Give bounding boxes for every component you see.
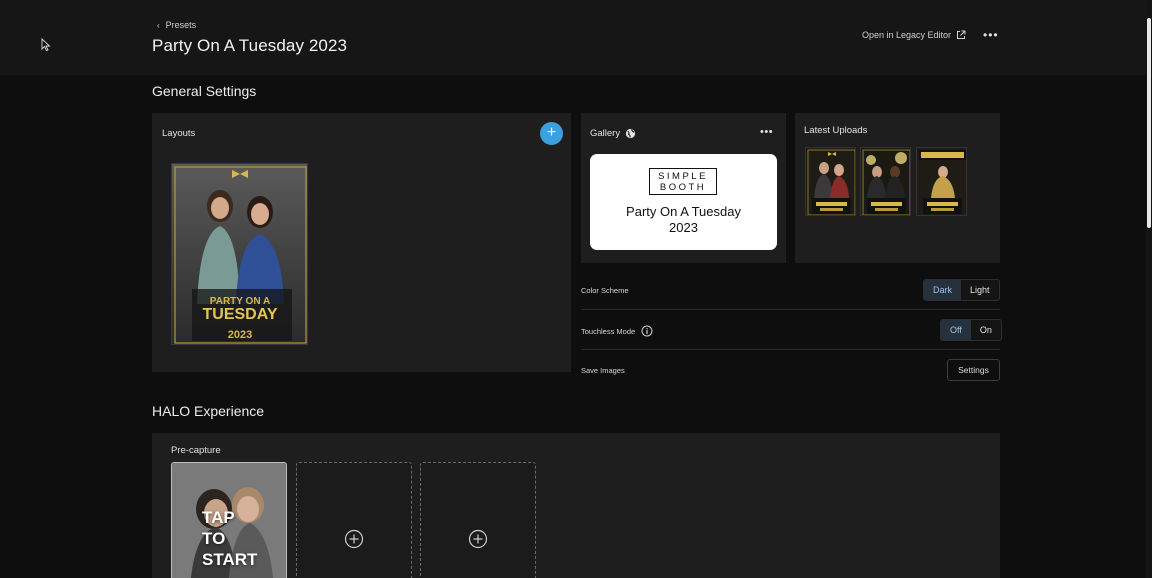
start-line: START bbox=[202, 550, 258, 569]
gallery-name: Party On A Tuesday 2023 bbox=[590, 204, 777, 236]
gallery-card[interactable]: SIMPLE BOOTH Party On A Tuesday 2023 bbox=[590, 154, 777, 250]
upload-photo-image bbox=[917, 148, 966, 215]
touchless-mode-label: Touchless Mode bbox=[581, 326, 636, 336]
legacy-editor-label: Open in Legacy Editor bbox=[862, 30, 952, 40]
gallery-label: Gallery bbox=[590, 128, 621, 139]
add-layout-button[interactable]: + bbox=[540, 122, 563, 145]
general-settings-heading: General Settings bbox=[152, 83, 257, 99]
touchless-off-option[interactable]: Off bbox=[941, 320, 971, 340]
add-circle-icon bbox=[468, 529, 488, 549]
divider bbox=[581, 309, 1000, 310]
pre-capture-label: Pre-capture bbox=[171, 445, 221, 456]
pre-capture-empty-slot[interactable] bbox=[420, 462, 536, 578]
tap-line: TAP bbox=[202, 508, 235, 527]
tap-to-start-text: TAP TO START bbox=[202, 507, 257, 570]
pre-capture-slot-start-screen[interactable]: TAP TO START bbox=[171, 462, 287, 578]
layouts-label: Layouts bbox=[162, 128, 196, 139]
gallery-name-line-2: 2023 bbox=[669, 220, 698, 235]
color-scheme-light-option[interactable]: Light bbox=[961, 280, 999, 300]
layout-headline-2: TUESDAY bbox=[203, 306, 278, 323]
page-title: Party On A Tuesday 2023 bbox=[152, 36, 348, 55]
color-scheme-dark-option[interactable]: Dark bbox=[924, 280, 962, 300]
gallery-header: Gallery bbox=[590, 128, 636, 139]
layout-photo-image: PARTY ON A TUESDAY 2023 bbox=[172, 164, 307, 344]
gallery-more-button[interactable]: ••• bbox=[760, 126, 773, 138]
pre-capture-empty-slot[interactable] bbox=[296, 462, 412, 578]
simple-booth-logo: SIMPLE BOOTH bbox=[649, 168, 717, 195]
open-legacy-editor-link[interactable]: Open in Legacy Editor bbox=[862, 30, 966, 40]
to-line: TO bbox=[202, 529, 226, 548]
scrollbar-thumb[interactable] bbox=[1147, 18, 1151, 228]
logo-line-2: BOOTH bbox=[659, 182, 707, 193]
color-scheme-toggle[interactable]: Dark Light bbox=[923, 279, 1000, 301]
touchless-mode-row: Touchless Mode bbox=[581, 325, 653, 337]
halo-experience-heading: HALO Experience bbox=[152, 403, 265, 419]
info-icon[interactable] bbox=[641, 325, 653, 337]
divider bbox=[581, 349, 1000, 350]
touchless-on-option[interactable]: On bbox=[971, 320, 1001, 340]
upload-thumbnail[interactable] bbox=[860, 147, 911, 216]
upload-thumbnail[interactable] bbox=[805, 147, 856, 216]
globe-icon[interactable] bbox=[625, 128, 636, 139]
mouse-cursor-icon bbox=[41, 38, 51, 52]
gallery-name-line-1: Party On A Tuesday bbox=[626, 204, 741, 219]
upload-thumbnail[interactable] bbox=[916, 147, 967, 216]
save-images-label: Save Images bbox=[581, 366, 625, 375]
more-options-button[interactable]: ••• bbox=[983, 28, 999, 42]
upload-photo-image bbox=[806, 148, 855, 215]
latest-uploads-label: Latest Uploads bbox=[804, 125, 868, 136]
layout-thumbnail[interactable]: PARTY ON A TUESDAY 2023 bbox=[171, 163, 308, 345]
chevron-left-icon: ‹ bbox=[157, 20, 160, 30]
external-link-icon bbox=[957, 30, 966, 39]
layout-year: 2023 bbox=[228, 329, 252, 341]
color-scheme-label: Color Scheme bbox=[581, 286, 629, 295]
breadcrumb[interactable]: ‹ Presets bbox=[157, 20, 196, 30]
breadcrumb-presets-link[interactable]: Presets bbox=[166, 20, 197, 30]
upload-photo-image bbox=[861, 148, 910, 215]
touchless-mode-toggle[interactable]: Off On bbox=[940, 319, 1002, 341]
logo-line-1: SIMPLE bbox=[658, 171, 708, 182]
add-circle-icon bbox=[344, 529, 364, 549]
save-images-settings-button[interactable]: Settings bbox=[947, 359, 1000, 381]
